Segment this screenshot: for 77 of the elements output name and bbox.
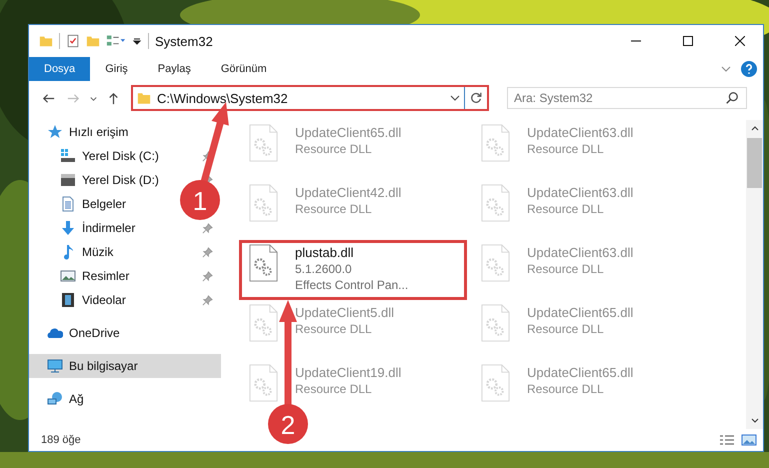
file-name: UpdateClient63.dll xyxy=(527,124,634,141)
refresh-icon xyxy=(469,91,483,105)
search-field[interactable]: Ara: System32 xyxy=(507,87,747,109)
address-path: C:\Windows\System32 xyxy=(157,90,288,106)
file-name: plustab.dll xyxy=(295,244,355,261)
sidebar-label: İndirmeler xyxy=(82,221,136,235)
sidebar-label: Yerel Disk (C:) xyxy=(82,149,159,163)
scrollbar-thumb[interactable] xyxy=(747,138,762,188)
file-name: UpdateClient65.dll xyxy=(527,304,634,321)
ribbon-tab[interactable]: Paylaş xyxy=(142,57,206,81)
sidebar-label: OneDrive xyxy=(69,326,120,340)
sidebar-label: Müzik xyxy=(82,245,114,259)
file-name: UpdateClient19.dll xyxy=(295,364,402,381)
folder-icon xyxy=(137,90,151,106)
file-name: UpdateClient63.dll xyxy=(527,244,634,261)
sidebar-label: Videolar xyxy=(82,293,126,307)
sidebar-item[interactable]: İndirmeler xyxy=(60,216,136,240)
sidebar-item[interactable]: Belgeler xyxy=(60,192,126,216)
file-detail: Resource DLL xyxy=(527,321,605,337)
close-icon xyxy=(735,36,745,46)
ribbon-tab[interactable]: Giriş xyxy=(90,57,143,81)
file-name: UpdateClient65.dll xyxy=(527,364,634,381)
minimize-icon xyxy=(631,40,641,42)
file-detail: 5.1.2600.0 xyxy=(295,261,353,277)
dropdown-icon[interactable] xyxy=(132,36,142,46)
file-detail: Resource DLL xyxy=(295,141,373,157)
sidebar-label: Yerel Disk (D:) xyxy=(82,173,159,187)
file-name: UpdateClient5.dll xyxy=(295,304,394,321)
help-icon[interactable] xyxy=(741,61,757,77)
pictures-icon xyxy=(60,268,76,284)
ribbon-tab[interactable]: Görünüm xyxy=(206,57,282,81)
large-icons-view-icon[interactable] xyxy=(741,434,757,446)
ribbon-tab[interactable]: Dosya xyxy=(29,57,90,81)
drive-icon xyxy=(60,172,76,188)
sidebar-item[interactable]: Hızlı erişim xyxy=(47,120,128,144)
sidebar-label: Hızlı erişim xyxy=(69,125,128,139)
sidebar-item[interactable]: Videolar xyxy=(60,288,126,312)
chevron-icon[interactable] xyxy=(450,93,460,103)
file-name: UpdateClient65.dll xyxy=(295,124,402,141)
star-icon xyxy=(47,124,63,140)
file-detail: Effects Control Pan... xyxy=(295,277,408,293)
sidebar-item[interactable]: Müzik xyxy=(60,240,114,264)
sidebar-label: Ağ xyxy=(69,392,84,406)
file-detail: Resource DLL xyxy=(527,201,605,217)
search-icon[interactable] xyxy=(725,91,739,105)
file-name: UpdateClient63.dll xyxy=(527,184,634,201)
documents-icon xyxy=(60,196,76,212)
file-detail: Resource DLL xyxy=(295,381,373,397)
file-detail: Resource DLL xyxy=(527,381,605,397)
file-detail: Resource DLL xyxy=(295,321,373,337)
sidebar-item[interactable]: OneDrive xyxy=(47,321,120,345)
sidebar-label: Bu bilgisayar xyxy=(69,359,138,373)
dll-file-icon[interactable] xyxy=(249,244,278,282)
download-icon xyxy=(60,220,76,236)
sidebar-item[interactable]: Bu bilgisayar xyxy=(29,354,221,378)
file-detail: Resource DLL xyxy=(527,141,605,157)
sidebar-item[interactable]: Yerel Disk (C:) xyxy=(60,144,159,168)
sidebar-label: Resimler xyxy=(82,269,130,283)
details-view-icon[interactable] xyxy=(719,434,735,446)
network-icon xyxy=(47,391,63,407)
sidebar-item[interactable]: Resimler xyxy=(60,264,130,288)
window-title: System32 xyxy=(155,34,213,48)
sidebar-item[interactable]: Ağ xyxy=(47,387,84,411)
file-detail: Resource DLL xyxy=(527,261,605,277)
maximize-icon xyxy=(683,36,693,46)
file-detail: Resource DLL xyxy=(295,201,373,217)
callout-number: 1 xyxy=(192,186,208,216)
sidebar-item[interactable]: Yerel Disk (D:) xyxy=(60,168,159,192)
properties-icon[interactable] xyxy=(66,33,80,49)
callout-number: 2 xyxy=(280,410,296,440)
drive-windows-icon xyxy=(60,148,76,164)
videos-icon xyxy=(60,292,76,308)
file-name: UpdateClient42.dll xyxy=(295,184,402,201)
computer-icon xyxy=(47,358,63,374)
item-count: 189 öğe xyxy=(41,434,81,446)
sidebar-label: Belgeler xyxy=(82,197,126,211)
scrollbar[interactable] xyxy=(746,120,763,429)
